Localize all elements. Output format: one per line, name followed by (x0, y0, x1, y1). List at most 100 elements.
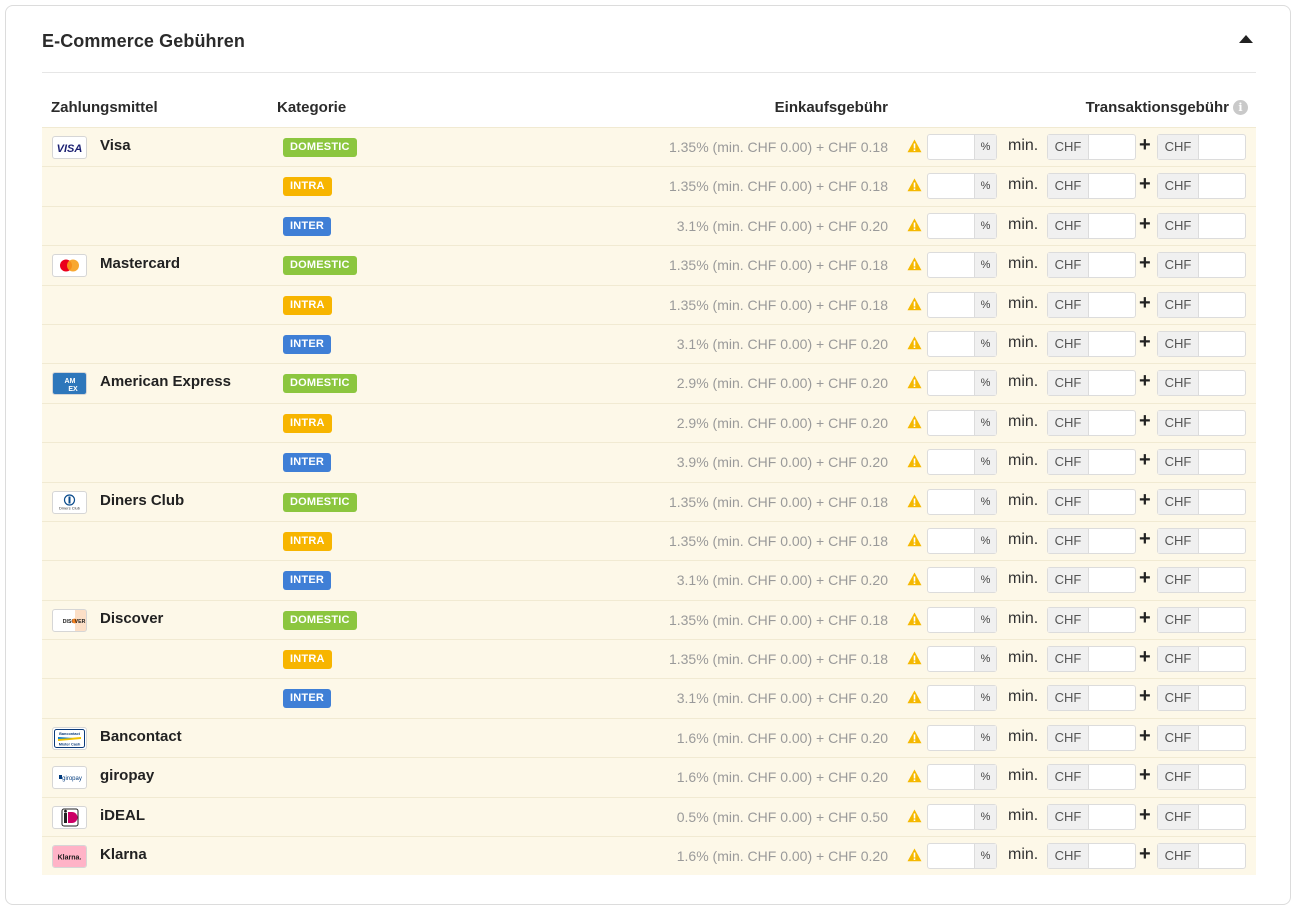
percent-input[interactable] (928, 686, 974, 711)
currency-addon: CHF (1158, 371, 1199, 396)
min-chf-input[interactable] (1089, 174, 1135, 199)
fixed-chf-input[interactable] (1199, 725, 1245, 750)
percent-input[interactable] (928, 450, 974, 475)
fixed-chf-input-group: CHF (1157, 646, 1246, 673)
percent-input[interactable] (928, 213, 974, 238)
min-chf-input[interactable] (1089, 765, 1135, 790)
plus-sign: + (1139, 606, 1151, 629)
min-chf-input[interactable] (1089, 450, 1135, 475)
min-chf-input[interactable] (1089, 647, 1135, 672)
currency-addon: CHF (1048, 686, 1089, 711)
fixed-chf-input[interactable] (1199, 528, 1245, 553)
column-header-category: Kategorie (277, 99, 347, 116)
plus-sign: + (1139, 212, 1151, 235)
min-chf-input[interactable] (1089, 804, 1135, 829)
currency-addon: CHF (1158, 174, 1199, 199)
min-chf-input[interactable] (1089, 686, 1135, 711)
min-chf-input-group: CHF (1047, 134, 1136, 160)
min-chf-input-group: CHF (1047, 724, 1136, 751)
percent-input[interactable] (928, 174, 974, 199)
percent-input[interactable] (928, 371, 974, 396)
min-chf-input[interactable] (1089, 331, 1135, 356)
table-row: VISA Visa DOMESTIC 1.35% (min. CHF 0.00) + … (42, 127, 1256, 167)
fixed-chf-input[interactable] (1199, 489, 1245, 514)
fixed-chf-input[interactable] (1199, 844, 1245, 869)
giropay-logo: giropay (52, 766, 87, 790)
percent-input[interactable] (928, 725, 974, 750)
min-label: min. (1008, 373, 1039, 391)
fixed-chf-input-group: CHF (1157, 803, 1246, 830)
fixed-chf-input[interactable] (1199, 253, 1245, 278)
category-badge-intra: INTRA (283, 413, 332, 433)
fixed-chf-input[interactable] (1199, 450, 1245, 475)
percent-input[interactable] (928, 568, 974, 593)
table-row: INTER 3.1% (min. CHF 0.00) + CHF 0.20% min… (42, 323, 1256, 364)
percent-input[interactable] (928, 765, 974, 790)
table-row: Klarna. Klarna 1.6% (min. CHF 0.00) + CHF … (42, 836, 1256, 876)
percent-input-group: % (927, 488, 997, 515)
percent-input[interactable] (928, 607, 974, 632)
min-label: min. (1008, 412, 1039, 430)
currency-addon: CHF (1158, 253, 1199, 278)
min-chf-input[interactable] (1089, 371, 1135, 396)
min-chf-input[interactable] (1089, 135, 1135, 159)
table-row: INTRA 1.35% (min. CHF 0.00) + CHF 0.18% mi… (42, 166, 1256, 206)
min-chf-input[interactable] (1089, 489, 1135, 514)
percent-addon: % (974, 607, 996, 632)
percent-input[interactable] (928, 135, 974, 159)
percent-input[interactable] (928, 804, 974, 829)
percent-addon: % (974, 253, 996, 278)
fixed-chf-input-group: CHF (1157, 173, 1246, 200)
fixed-chf-input[interactable] (1199, 765, 1245, 790)
percent-input[interactable] (928, 844, 974, 869)
fixed-chf-input[interactable] (1199, 568, 1245, 593)
percent-input[interactable] (928, 331, 974, 356)
min-chf-input[interactable] (1089, 253, 1135, 278)
table-row: giropay giropay 1.6% (min. CHF 0.00) + CHF… (42, 757, 1256, 797)
payment-method-name: Klarna (100, 846, 147, 864)
min-chf-input-group: CHF (1047, 370, 1136, 397)
fixed-chf-input[interactable] (1199, 804, 1245, 829)
fixed-chf-input[interactable] (1199, 686, 1245, 711)
table-header: Zahlungsmittel Kategorie Einkaufsgebühr … (42, 92, 1256, 128)
percent-input[interactable] (928, 253, 974, 278)
min-chf-input[interactable] (1089, 213, 1135, 238)
percent-input[interactable] (928, 647, 974, 672)
min-chf-input[interactable] (1089, 410, 1135, 435)
fixed-chf-input[interactable] (1199, 331, 1245, 356)
table-row: AM EX American Express DOMESTIC 2.9% (min. C… (42, 363, 1256, 403)
discover-logo: DISC VER (52, 608, 87, 632)
fixed-chf-input[interactable] (1199, 647, 1245, 672)
min-chf-input[interactable] (1089, 292, 1135, 317)
min-chf-input[interactable] (1089, 844, 1135, 869)
purchase-fee-text: 1.35% (min. CHF 0.00) + CHF 0.18 (668, 296, 888, 313)
plus-sign: + (1139, 567, 1151, 590)
fixed-chf-input[interactable] (1199, 174, 1245, 199)
fixed-chf-input[interactable] (1199, 410, 1245, 435)
min-chf-input[interactable] (1089, 725, 1135, 750)
min-chf-input[interactable] (1089, 528, 1135, 553)
currency-addon: CHF (1048, 253, 1089, 278)
plus-sign: + (1139, 173, 1151, 196)
purchase-fee-text: 1.35% (min. CHF 0.00) + CHF 0.18 (668, 178, 888, 195)
fixed-chf-input[interactable] (1199, 371, 1245, 396)
caret-up-icon[interactable] (1236, 32, 1256, 48)
percent-input[interactable] (928, 292, 974, 317)
currency-addon: CHF (1048, 725, 1089, 750)
fixed-chf-input[interactable] (1199, 607, 1245, 632)
currency-addon: CHF (1158, 765, 1199, 790)
percent-input[interactable] (928, 489, 974, 514)
percent-input[interactable] (928, 410, 974, 435)
fixed-chf-input[interactable] (1199, 135, 1245, 159)
percent-addon: % (974, 450, 996, 475)
min-chf-input[interactable] (1089, 568, 1135, 593)
table-row: INTRA 2.9% (min. CHF 0.00) + CHF 0.20% min… (42, 402, 1256, 443)
percent-input[interactable] (928, 528, 974, 553)
table-row: INTRA 1.35% (min. CHF 0.00) + CHF 0.18% mi… (42, 639, 1256, 679)
currency-addon: CHF (1048, 331, 1089, 356)
currency-addon: CHF (1158, 844, 1199, 869)
min-chf-input[interactable] (1089, 607, 1135, 632)
fixed-chf-input[interactable] (1199, 213, 1245, 238)
info-icon[interactable]: i (1233, 100, 1248, 115)
fixed-chf-input[interactable] (1199, 292, 1245, 317)
